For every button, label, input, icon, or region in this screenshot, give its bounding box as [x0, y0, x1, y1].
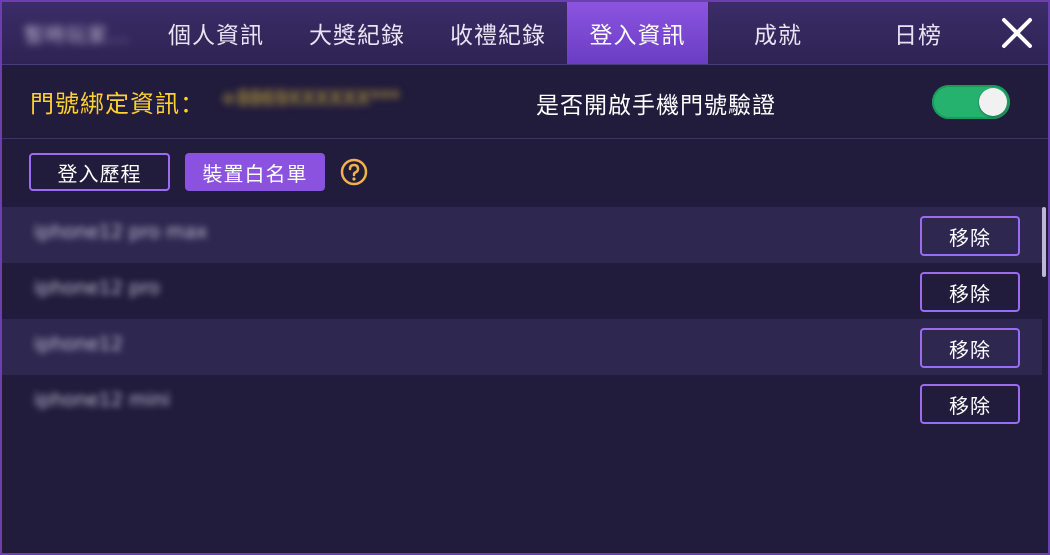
- list-item: iphone12 pro max 移除: [2, 207, 1042, 263]
- remove-button[interactable]: 移除: [920, 328, 1020, 368]
- phone-binding-value: +8869XXXXXX***: [220, 86, 400, 110]
- toggle-knob: [979, 88, 1007, 116]
- tab-player-name[interactable]: 暫時玩家...: [2, 2, 152, 64]
- help-button[interactable]: [340, 158, 368, 186]
- tab-achievement[interactable]: 成就: [708, 2, 848, 64]
- tab-login-info-label: 登入資訊: [589, 23, 686, 49]
- device-name: iphone12: [34, 333, 123, 355]
- list-item: iphone12 mini 移除: [2, 375, 1042, 431]
- phone-verify-toggle[interactable]: [932, 85, 1010, 119]
- login-info-window: 暫時玩家... 個人資訊 大獎紀錄 收禮紀錄 登入資訊 成就 日榜 門號綁定資訊…: [0, 0, 1050, 555]
- close-button[interactable]: [996, 12, 1038, 54]
- phone-verify-label: 是否開啟手機門號驗證: [536, 93, 776, 119]
- device-name: iphone12 pro max: [34, 221, 208, 243]
- tab-jackpot-record-label: 大獎紀錄: [309, 23, 405, 49]
- remove-button[interactable]: 移除: [920, 384, 1020, 424]
- remove-button[interactable]: 移除: [920, 272, 1020, 312]
- scrollbar[interactable]: [1042, 207, 1046, 277]
- login-history-button[interactable]: 登入歷程: [29, 153, 170, 191]
- remove-button[interactable]: 移除: [920, 216, 1020, 256]
- tab-gift-record-label: 收禮紀錄: [450, 23, 546, 49]
- device-whitelist-button[interactable]: 裝置白名單: [185, 153, 325, 191]
- tab-daily-rank[interactable]: 日榜: [848, 2, 988, 64]
- tab-achievement-label: 成就: [754, 23, 802, 49]
- question-circle-icon: [340, 158, 368, 186]
- close-icon: [1002, 18, 1032, 48]
- device-name: iphone12 pro: [34, 277, 161, 299]
- tab-bar: 暫時玩家... 個人資訊 大獎紀錄 收禮紀錄 登入資訊 成就 日榜: [2, 2, 1048, 65]
- tab-daily-rank-label: 日榜: [894, 23, 942, 49]
- device-name: iphone12 mini: [34, 389, 171, 411]
- list-item: iphone12 pro 移除: [2, 263, 1042, 319]
- divider: [2, 138, 1048, 139]
- phone-binding-label: 門號綁定資訊：: [30, 90, 205, 118]
- tab-login-info[interactable]: 登入資訊: [567, 2, 708, 64]
- tab-jackpot-record[interactable]: 大獎紀錄: [285, 2, 429, 64]
- tab-personal-info-label: 個人資訊: [168, 23, 264, 49]
- tab-player-name-label: 暫時玩家...: [23, 22, 131, 47]
- tab-gift-record[interactable]: 收禮紀錄: [426, 2, 570, 64]
- tab-personal-info[interactable]: 個人資訊: [144, 2, 288, 64]
- list-item: iphone12 移除: [2, 319, 1042, 375]
- device-list: iphone12 pro max 移除 iphone12 pro 移除 ipho…: [2, 207, 1042, 431]
